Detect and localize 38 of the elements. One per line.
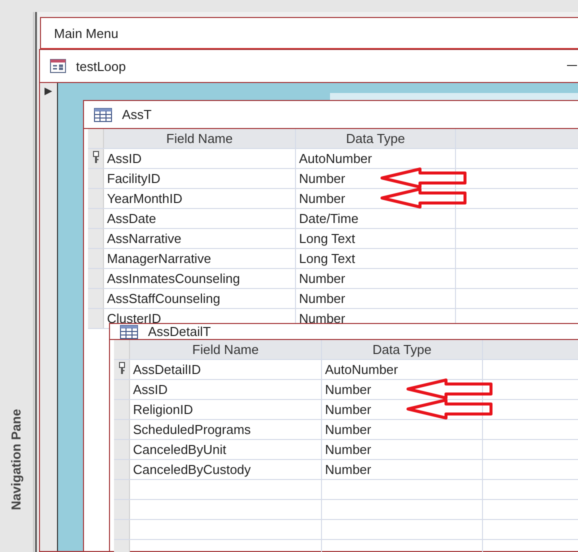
table-cell: AssStaffCounseling <box>104 289 296 308</box>
table-cell: Long Text <box>296 249 456 268</box>
form-icon <box>50 59 66 73</box>
table-cell: CanceledByUnit <box>130 440 322 459</box>
table-cell: ScheduledPrograms <box>130 420 322 439</box>
record-selector[interactable]: ▶ <box>44 85 52 97</box>
navigation-pane-label: Navigation Pane <box>8 408 24 512</box>
row-selector[interactable] <box>88 149 104 168</box>
minimize-button[interactable] <box>567 65 577 66</box>
table-cell: FacilityID <box>104 169 296 188</box>
column-header[interactable]: Data Type <box>296 129 456 148</box>
table-cell: AssNarrative <box>104 229 296 248</box>
column-header[interactable]: Field Name <box>104 129 296 148</box>
table-cell: Number <box>322 440 483 459</box>
table-cell: AutoNumber <box>322 360 483 379</box>
table-cell: ManagerNarrative <box>104 249 296 268</box>
table-cell: Long Text <box>296 229 456 248</box>
table-cell: Number <box>296 269 456 288</box>
window-title: testLoop <box>76 58 126 74</box>
table-cell: AssDetailID <box>130 360 322 379</box>
window-title: AssT <box>122 107 152 122</box>
table-cell: YearMonthID <box>104 189 296 208</box>
table-cell: AssID <box>104 149 296 168</box>
row-selector[interactable] <box>114 360 130 379</box>
table-cell: AssDate <box>104 209 296 228</box>
table-cell: Number <box>322 420 483 439</box>
table-cell: AssID <box>130 380 322 399</box>
column-header[interactable]: Field Name <box>130 340 322 359</box>
table-cell: CanceledByCustody <box>130 460 322 479</box>
column-header[interactable]: Data Type <box>322 340 483 359</box>
table-cell: AssInmatesCounseling <box>104 269 296 288</box>
table-cell: AutoNumber <box>296 149 456 168</box>
window-title: Main Menu <box>54 26 118 40</box>
table-cell: Date/Time <box>296 209 456 228</box>
table-cell: ReligionID <box>130 400 322 419</box>
table-cell: Number <box>296 289 456 308</box>
table-cell: Number <box>322 460 483 479</box>
table-icon <box>94 108 112 122</box>
